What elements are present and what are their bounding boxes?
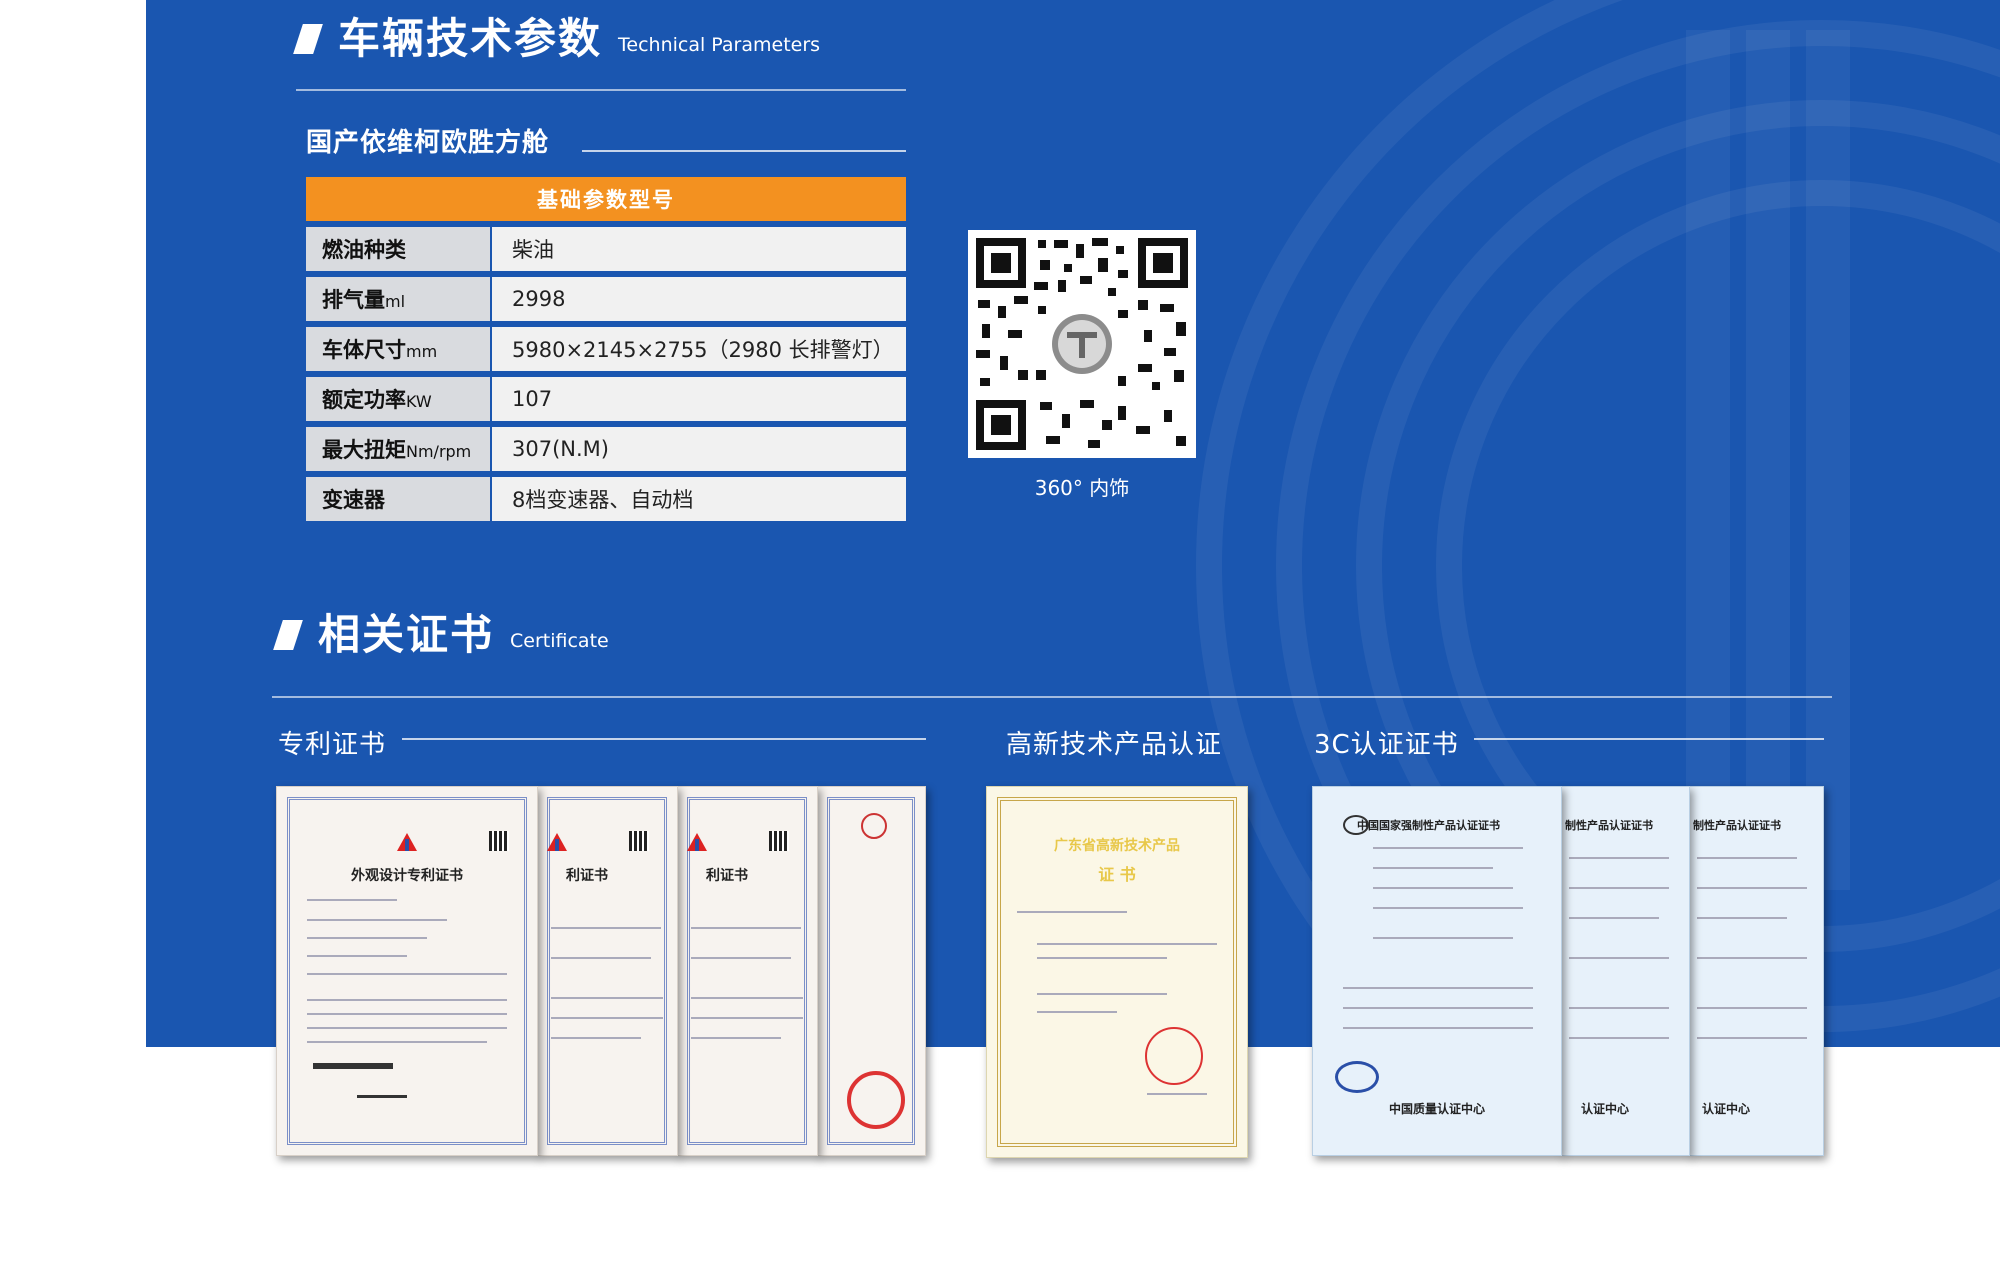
cnipa-logo-icon <box>687 833 707 851</box>
ccc-certificate[interactable]: 中国国家强制性产品认证证书 中国质量认证中心 <box>1312 786 1562 1156</box>
signature-icon <box>357 1095 407 1098</box>
table-header: 基础参数型号 <box>306 177 906 221</box>
table-row: 额定功率 KW 107 <box>306 377 906 421</box>
ccc-certificate[interactable]: 制性产品认证证书 认证中心 <box>1688 786 1824 1156</box>
hitech-doc-subtitle: 证 书 <box>1098 865 1136 884</box>
row-value: 5980×2145×2755（2980 长排警灯） <box>492 327 906 371</box>
subtitle-line <box>582 150 906 152</box>
hitech-certificate[interactable]: 广东省高新技术产品 证 书 <box>986 786 1248 1158</box>
hitech-group-label: 高新技术产品认证 <box>1006 730 1223 760</box>
ccc-doc-footer: 中国质量认证中心 <box>1388 1102 1485 1116</box>
ccc-certificate[interactable]: 制性产品认证证书 认证中心 <box>1560 786 1690 1156</box>
patent-group-label: 专利证书 <box>278 730 387 760</box>
cnipa-logo-icon <box>397 833 417 851</box>
qr-code[interactable] <box>968 230 1196 458</box>
qr-code-icon <box>968 230 1196 458</box>
cert-title-en: Certificate <box>510 630 609 652</box>
barcode-icon <box>313 1063 393 1069</box>
tech-section-title: 车辆技术参数 Technical Parameters <box>293 14 821 63</box>
vehicle-subtitle: 国产依维柯欧胜方舱 <box>306 128 550 158</box>
row-value: 2998 <box>492 277 906 321</box>
decorative-column <box>1806 30 1850 890</box>
cert-divider <box>272 696 1832 698</box>
row-label: 排气量 ml <box>306 277 490 321</box>
row-value: 107 <box>492 377 906 421</box>
decorative-column <box>1746 30 1790 890</box>
table-row: 燃油种类 柴油 <box>306 227 906 271</box>
patent-doc-title: 外观设计专利证书 <box>351 868 463 884</box>
group-line <box>1474 738 1824 740</box>
slash-icon <box>273 620 303 650</box>
seal-stamp-icon <box>847 1071 905 1129</box>
table-row: 车体尺寸 mm 5980×2145×2755（2980 长排警灯） <box>306 327 906 371</box>
seal-stamp-icon <box>1145 1027 1203 1085</box>
row-value: 8档变速器、自动档 <box>492 477 906 521</box>
table-row: 排气量 ml 2998 <box>306 277 906 321</box>
patent-certificate[interactable] <box>816 786 926 1156</box>
patent-certificate[interactable]: 外观设计专利证书 <box>276 786 538 1156</box>
ccc-group-label: 3C认证证书 <box>1314 730 1459 760</box>
cqc-logo-icon <box>1335 1061 1379 1093</box>
patent-certificate[interactable]: 利证书 <box>536 786 678 1156</box>
qr-code-icon <box>489 831 509 851</box>
qr-code-icon <box>769 831 789 851</box>
cert-title: 相关证书 <box>318 610 495 659</box>
ccc-doc-title: 中国国家强制性产品认证证书 <box>1357 819 1500 832</box>
patent-certificate[interactable]: 利证书 <box>676 786 818 1156</box>
tech-divider <box>296 89 906 91</box>
table-row: 最大扭矩 Nm/rpm 307(N.M) <box>306 427 906 471</box>
cert-section-title: 相关证书 Certificate <box>273 610 609 659</box>
parameter-table: 基础参数型号 燃油种类 柴油 排气量 ml 2998 车体尺寸 mm 5980×21… <box>306 177 906 527</box>
row-value: 柴油 <box>492 227 906 271</box>
row-label: 燃油种类 <box>306 227 490 271</box>
table-row: 变速器 8档变速器、自动档 <box>306 477 906 521</box>
row-label: 变速器 <box>306 477 490 521</box>
row-value: 307(N.M) <box>492 427 906 471</box>
row-label: 最大扭矩 Nm/rpm <box>306 427 490 471</box>
decorative-column <box>1686 30 1730 890</box>
seal-stamp-icon <box>861 813 887 839</box>
group-line <box>402 738 926 740</box>
row-label: 车体尺寸 mm <box>306 327 490 371</box>
cnipa-logo-icon <box>547 833 567 851</box>
qr-caption: 360° 内饰 <box>1034 476 1130 500</box>
tech-title: 车辆技术参数 <box>338 14 603 63</box>
hitech-doc-title: 广东省高新技术产品 <box>1054 838 1180 854</box>
qr-code-icon <box>629 831 649 851</box>
slash-icon <box>293 24 323 54</box>
tech-title-en: Technical Parameters <box>618 34 821 56</box>
row-label: 额定功率 KW <box>306 377 490 421</box>
